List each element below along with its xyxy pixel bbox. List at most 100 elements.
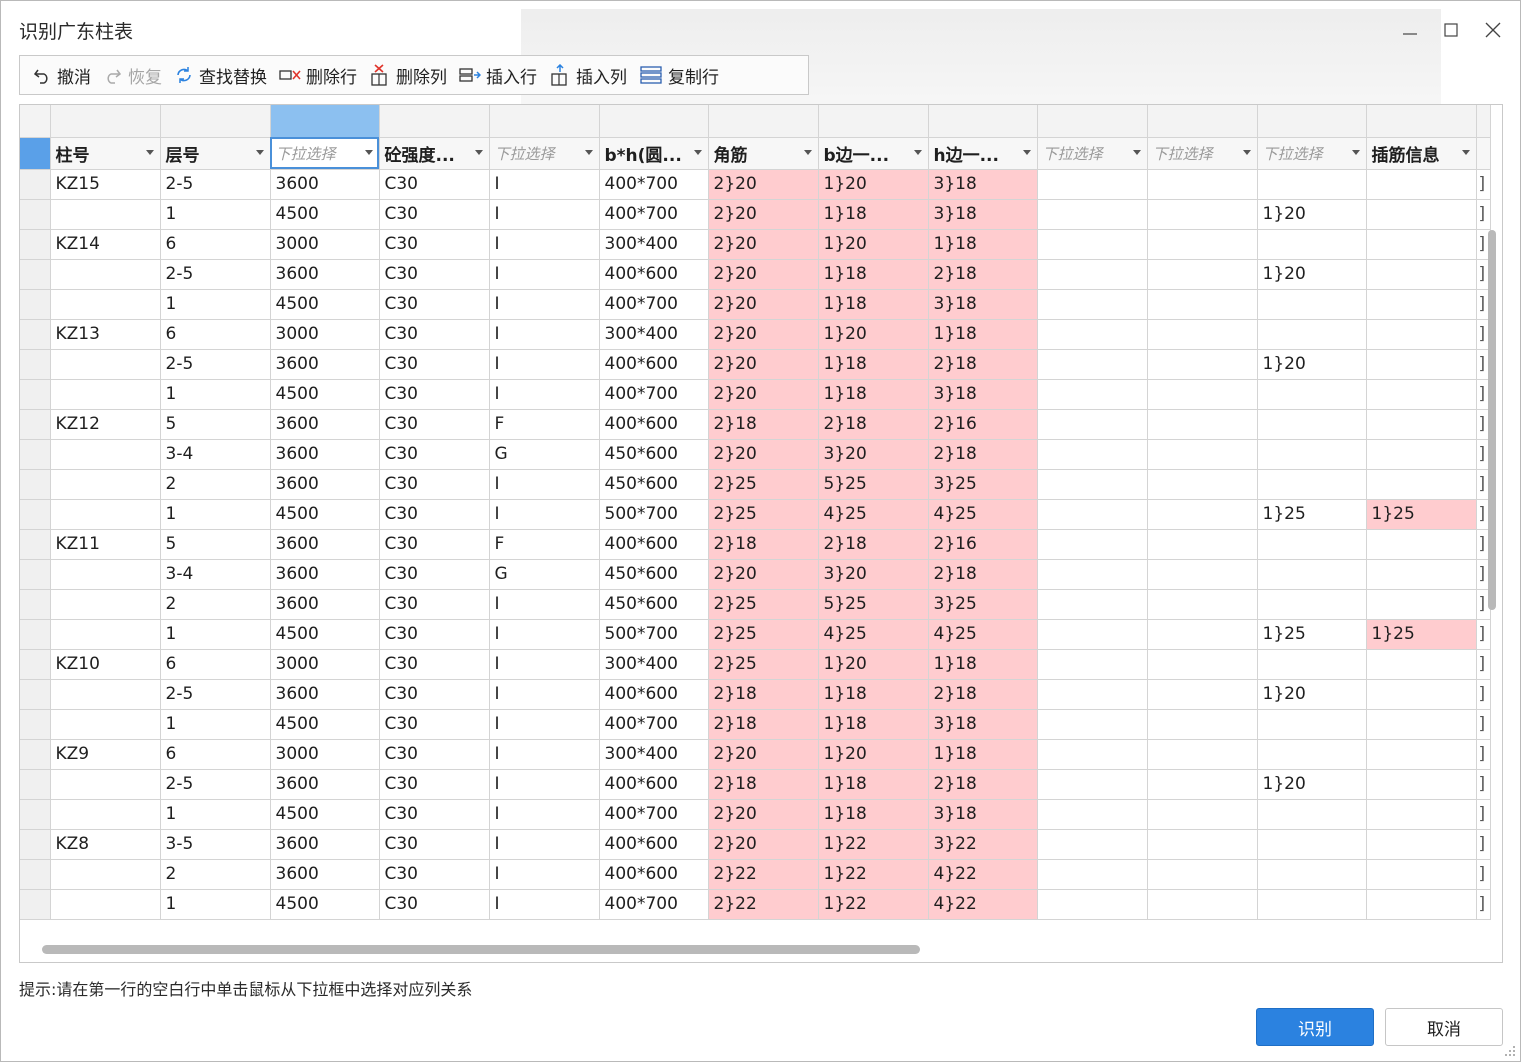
table-cell[interactable]: 4500 <box>270 379 380 410</box>
row-header[interactable] <box>20 859 51 890</box>
table-cell[interactable]: C30 <box>379 439 490 470</box>
minimize-button[interactable] <box>1390 11 1430 49</box>
table-cell[interactable] <box>1037 289 1148 320</box>
table-cell[interactable] <box>1037 199 1148 230</box>
table-cell[interactable]: 1}20 <box>1257 769 1367 800</box>
table-cell[interactable]: 2-5 <box>160 679 271 710</box>
table-cell[interactable]: 300*400 <box>599 229 709 260</box>
table-cell[interactable]: 300*400 <box>599 649 709 680</box>
table-cell[interactable]: 1}22 <box>818 859 929 890</box>
table-cell[interactable] <box>1366 289 1477 320</box>
table-cell[interactable]: 2}16 <box>928 409 1038 440</box>
table-cell[interactable] <box>1037 349 1148 380</box>
table-cell[interactable] <box>1257 439 1367 470</box>
table-cell[interactable] <box>1257 379 1367 410</box>
table-cell[interactable]: 400*700 <box>599 289 709 320</box>
table-cell[interactable]: 4}22 <box>928 859 1038 890</box>
table-cell[interactable]: 2}25 <box>708 469 819 500</box>
table-cell[interactable]: 4500 <box>270 199 380 230</box>
table-cell[interactable]: 3}25 <box>928 589 1038 620</box>
row-header[interactable] <box>20 679 51 710</box>
table-cell[interactable] <box>1147 199 1258 230</box>
table-cell[interactable] <box>1257 529 1367 560</box>
table-cell[interactable]: 2}25 <box>708 649 819 680</box>
table-cell[interactable]: 3600 <box>270 859 380 890</box>
table-cell[interactable]: 3}20 <box>818 439 929 470</box>
table-cell[interactable] <box>50 679 161 710</box>
maximize-button[interactable] <box>1431 11 1471 49</box>
table-cell[interactable] <box>1037 259 1148 290</box>
row-header[interactable] <box>20 409 51 440</box>
table-cell[interactable] <box>50 349 161 380</box>
table-cell[interactable] <box>1257 589 1367 620</box>
table-cell[interactable] <box>1147 799 1258 830</box>
table-cell[interactable] <box>50 709 161 740</box>
table-cell[interactable] <box>1366 889 1477 920</box>
table-cell[interactable]: 400*700 <box>599 379 709 410</box>
table-cell[interactable] <box>1147 679 1258 710</box>
table-cell[interactable]: 400*700 <box>599 889 709 920</box>
recognize-button[interactable]: 识别 <box>1256 1008 1374 1046</box>
table-cell[interactable] <box>1366 589 1477 620</box>
table-cell[interactable] <box>1147 649 1258 680</box>
table-cell[interactable]: I <box>489 589 600 620</box>
insert-row-button[interactable]: 插入行 <box>455 60 545 90</box>
table-cell[interactable] <box>1147 439 1258 470</box>
table-cell[interactable]: 300*400 <box>599 319 709 350</box>
table-cell[interactable] <box>50 859 161 890</box>
table-cell[interactable] <box>1366 199 1477 230</box>
row-header[interactable] <box>20 289 51 320</box>
table-cell[interactable]: 300*400 <box>599 739 709 770</box>
table-cell[interactable]: 3}22 <box>928 829 1038 860</box>
table-cell[interactable]: 2 <box>160 469 271 500</box>
table-cell[interactable]: I <box>489 379 600 410</box>
table-cell[interactable]: 2-5 <box>160 169 271 200</box>
table-cell[interactable]: 3000 <box>270 229 380 260</box>
table-cell[interactable]: 2}18 <box>928 679 1038 710</box>
table-cell[interactable]: 3}18 <box>928 379 1038 410</box>
table-cell[interactable]: C30 <box>379 829 490 860</box>
table-cell[interactable]: 4500 <box>270 889 380 920</box>
table-cell[interactable]: C30 <box>379 259 490 290</box>
table-cell[interactable]: 3600 <box>270 439 380 470</box>
row-header[interactable] <box>20 529 51 560</box>
table-cell[interactable]: 1}25 <box>1366 619 1477 650</box>
table-cell[interactable]: 1}18 <box>928 739 1038 770</box>
table-cell[interactable]: G <box>489 439 600 470</box>
row-header[interactable] <box>20 319 51 350</box>
column-mapping-dropdown[interactable]: 下拉选择 <box>1257 137 1367 170</box>
undo-button[interactable]: 撤消 <box>28 60 99 90</box>
table-cell[interactable]: 1}18 <box>818 679 929 710</box>
row-header[interactable] <box>20 259 51 290</box>
table-cell[interactable]: 1}20 <box>818 229 929 260</box>
row-header[interactable] <box>20 829 51 860</box>
table-cell[interactable] <box>1366 439 1477 470</box>
table-cell[interactable]: 400*600 <box>599 529 709 560</box>
table-cell[interactable]: 2-5 <box>160 349 271 380</box>
table-cell[interactable]: 4}25 <box>928 619 1038 650</box>
delete-row-button[interactable]: 删除行 <box>275 60 365 90</box>
table-cell[interactable]: I <box>489 259 600 290</box>
column-selector-cell[interactable] <box>708 105 819 138</box>
table-cell[interactable] <box>50 199 161 230</box>
table-cell[interactable] <box>1037 229 1148 260</box>
table-cell[interactable]: 5}25 <box>818 469 929 500</box>
table-cell[interactable]: 3}25 <box>928 469 1038 500</box>
table-cell[interactable]: 3}18 <box>928 199 1038 230</box>
table-cell[interactable] <box>1366 319 1477 350</box>
table-cell[interactable]: 1}20 <box>1257 259 1367 290</box>
table-cell[interactable] <box>1366 769 1477 800</box>
table-cell[interactable] <box>1257 319 1367 350</box>
table-cell[interactable] <box>1037 439 1148 470</box>
table-cell[interactable]: I <box>489 349 600 380</box>
table-cell[interactable]: 3000 <box>270 739 380 770</box>
table-cell[interactable]: 1}20 <box>818 319 929 350</box>
table-cell[interactable]: 1}18 <box>818 199 929 230</box>
table-cell[interactable]: KZ12 <box>50 409 161 440</box>
column-mapping-dropdown[interactable]: 层号 <box>160 137 271 170</box>
table-cell[interactable]: 2}20 <box>708 559 819 590</box>
table-cell[interactable]: 3000 <box>270 319 380 350</box>
table-cell[interactable]: I <box>489 889 600 920</box>
table-cell[interactable] <box>1366 709 1477 740</box>
table-cell[interactable] <box>1366 349 1477 380</box>
